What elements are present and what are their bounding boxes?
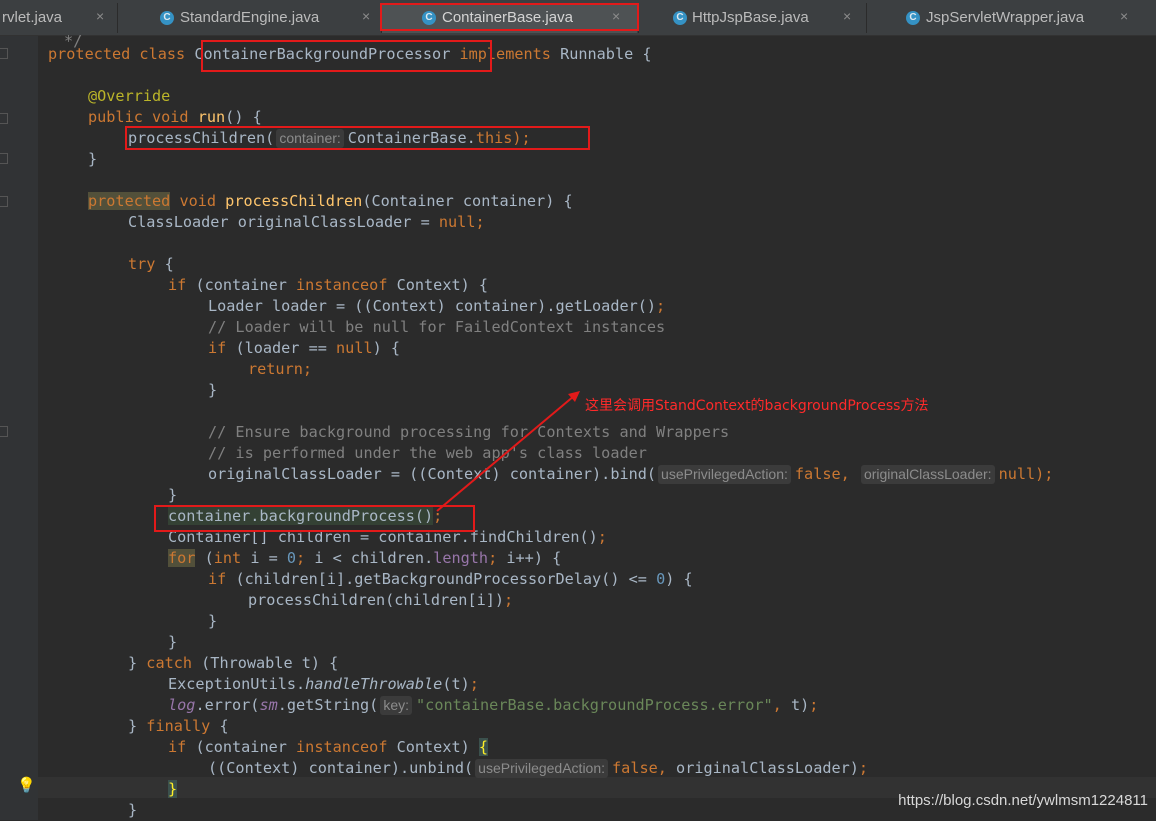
tab-label: StandardEngine.java <box>180 9 320 26</box>
code-line: // is performed under the web app's clas… <box>208 444 647 462</box>
class-icon: C <box>160 11 174 25</box>
lightbulb-icon[interactable]: 💡 <box>17 776 36 794</box>
code-line: // Ensure background processing for Cont… <box>208 423 730 441</box>
code-line: } <box>208 381 218 399</box>
code-line: return; <box>248 360 313 378</box>
code-line: } <box>128 801 138 819</box>
code-line: @Override <box>88 87 171 105</box>
code-line: if (container instanceof Context) { <box>168 738 489 756</box>
param-hint: key: <box>380 696 413 715</box>
close-icon[interactable]: × <box>1120 8 1128 24</box>
tab-servlet[interactable]: rvlet.java × <box>0 5 116 33</box>
highlight-box-process-children-call <box>125 126 590 150</box>
watermark: https://blog.csdn.net/ywlmsm1224811 <box>898 792 1148 809</box>
tab-label: JspServletWrapper.java <box>926 9 1085 26</box>
tab-http-jsp-base[interactable]: C HttpJspBase.java × <box>639 5 865 33</box>
code-line: // Loader will be null for FailedContext… <box>208 318 666 336</box>
code-line: protected void processChildren(Container… <box>88 192 573 210</box>
code-line: Loader loader = ((Context) container).ge… <box>208 297 666 315</box>
code-line: originalClassLoader = ((Context) contain… <box>208 465 1054 484</box>
code-line: processChildren(children[i]); <box>248 591 514 609</box>
fold-marker-icon[interactable] <box>0 196 8 207</box>
fold-marker-icon[interactable] <box>0 153 8 164</box>
code-line: ExceptionUtils.handleThrowable(t); <box>168 675 479 693</box>
class-icon: C <box>906 11 920 25</box>
code-line: if (children[i].getBackgroundProcessorDe… <box>208 570 693 588</box>
code-line: } <box>168 633 178 651</box>
fold-marker-icon[interactable] <box>0 48 8 59</box>
code-line: ((Context) container).unbind(usePrivileg… <box>208 759 869 778</box>
close-icon[interactable]: × <box>96 8 104 24</box>
fold-marker-icon[interactable] <box>0 426 8 437</box>
param-hint: usePrivilegedAction: <box>658 465 791 484</box>
highlight-box-class-name <box>201 40 492 72</box>
tab-label: rvlet.java <box>2 9 63 26</box>
highlight-box-background-process-call <box>154 505 475 532</box>
code-line: } <box>168 780 178 798</box>
param-hint: originalClassLoader: <box>860 465 995 484</box>
code-line: for (int i = 0; i < children.length; i++… <box>168 549 562 567</box>
code-line: } finally { <box>128 717 229 735</box>
code-line: log.error(sm.getString(key: "containerBas… <box>168 696 819 715</box>
annotation-note: 这里会调用StandContext的backgroundProcess方法 <box>585 398 929 414</box>
tab-jsp-servlet-wrapper[interactable]: C JspServletWrapper.java × <box>867 5 1156 33</box>
tab-standard-engine[interactable]: C StandardEngine.java × <box>118 5 380 33</box>
code-line: } <box>168 486 178 504</box>
tab-label: HttpJspBase.java <box>692 9 809 26</box>
close-icon[interactable]: × <box>362 8 370 24</box>
close-icon[interactable]: × <box>843 8 851 24</box>
code-line: } catch (Throwable t) { <box>128 654 339 672</box>
class-icon: C <box>673 11 687 25</box>
code-line: if (container instanceof Context) { <box>168 276 489 294</box>
highlight-box-active-tab <box>380 3 639 31</box>
param-hint: usePrivilegedAction: <box>475 759 609 778</box>
code-line: ClassLoader originalClassLoader = null; <box>128 213 485 231</box>
editor-gutter[interactable] <box>0 36 38 820</box>
fold-marker-icon[interactable] <box>0 113 8 124</box>
code-line: } <box>88 150 98 168</box>
code-line: if (loader == null) { <box>208 339 401 357</box>
code-line: public void run() { <box>88 108 262 126</box>
code-line: } <box>208 612 218 630</box>
code-line: try { <box>128 255 174 273</box>
